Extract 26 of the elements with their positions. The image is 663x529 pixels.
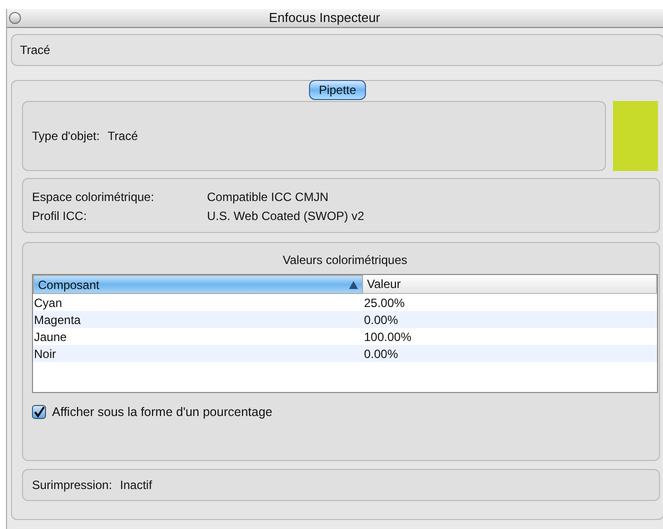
overprint-label: Surimpression:	[32, 477, 112, 494]
object-type-value: Tracé	[108, 128, 138, 145]
field-label: Espace colorimétrique:	[32, 188, 156, 206]
table-cell-text: 100.00%	[363, 328, 412, 346]
table-cell-text: 25.00%	[363, 294, 406, 312]
window-title: Enfocus Inspecteur	[268, 9, 382, 28]
overprint-value: Inactif	[120, 477, 152, 494]
table-cell-text: 0.00%	[363, 312, 400, 328]
column-header[interactable]: Valeur	[363, 275, 657, 294]
color-values-title: Valeurs colorimétriques	[282, 252, 408, 269]
table-cell-text: Noir	[33, 346, 58, 362]
field-value: Compatible ICC CMJN	[207, 188, 328, 206]
table-cell-text: Jaune	[33, 328, 68, 346]
field-label: Profil ICC:	[32, 208, 88, 224]
object-header-label: Tracé	[20, 42, 50, 59]
table-cell-text: 0.00%	[363, 346, 400, 362]
table-cell-text: Cyan	[33, 294, 64, 312]
sort-ascending-icon	[349, 280, 358, 288]
percentage-checkbox-label: Afficher sous la forme d'un pourcentage	[52, 404, 272, 421]
column-header[interactable]: Composant	[33, 275, 363, 294]
table-cell-text: Magenta	[33, 312, 82, 328]
object-type-label: Type d'objet:	[32, 128, 100, 145]
field-value: U.S. Web Coated (SWOP) v2	[207, 208, 364, 224]
window-close-icon[interactable]	[9, 12, 21, 24]
pipette-button[interactable]: Pipette	[308, 80, 366, 100]
percentage-checkbox[interactable]	[32, 405, 46, 420]
